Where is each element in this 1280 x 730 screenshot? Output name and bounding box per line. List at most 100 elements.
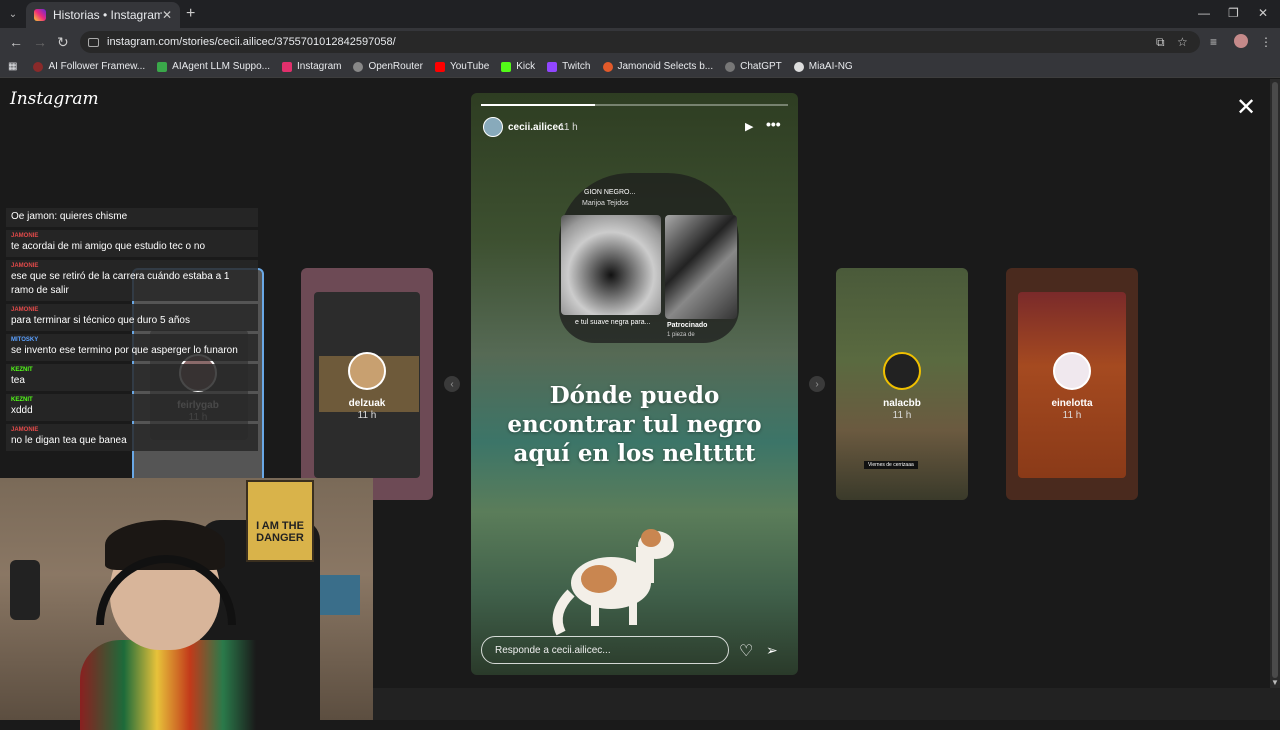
bookmark-item[interactable]: AIAgent LLM Suppo... (157, 61, 270, 72)
active-story[interactable]: cecii.ailicec 11 h ▶ ••• GION NEGRO... M… (471, 93, 798, 675)
bookmark-item[interactable]: ChatGPT (725, 61, 782, 72)
instagram-icon (282, 61, 292, 72)
more-options-icon[interactable]: ••• (766, 116, 781, 132)
product-image[interactable] (561, 215, 661, 315)
story-time: 11 h (559, 122, 578, 133)
previous-story-chevron-icon[interactable]: ‹ (444, 376, 460, 392)
chat-username: KEZNIT (11, 397, 33, 403)
story-progress-fill (481, 104, 595, 106)
bookmark-item[interactable]: YouTube (434, 61, 490, 72)
story-time: 11 h (892, 410, 912, 421)
like-heart-icon[interactable]: ♡ (739, 641, 753, 661)
bookmark-label: ChatGPT (740, 61, 782, 72)
chat-text: no le digan tea que banea (11, 435, 127, 446)
chat-username: JAMONIE (11, 427, 39, 433)
avatar (883, 352, 921, 390)
new-tab-button[interactable]: + (186, 5, 195, 23)
minimize-icon[interactable]: — (1198, 6, 1210, 20)
play-icon[interactable]: ▶ (745, 120, 753, 133)
kick-icon (501, 61, 512, 72)
story-card-einelotta[interactable]: einelotta 11 h (1006, 268, 1138, 500)
site-info-icon[interactable] (88, 37, 99, 47)
poster-text: I AM THE DANGER (256, 520, 304, 544)
youtube-icon (434, 61, 445, 72)
browser-toolbar: ← → ↻ instagram.com/stories/cecii.ailice… (0, 28, 1280, 56)
product-image[interactable] (665, 215, 737, 319)
browser-tab-bar: ⌄ Historias • Instagram ✕ + — ❐ ✕ (0, 0, 1280, 28)
chat-message: JAMONIE ese que se retiró de la carrera … (6, 260, 258, 301)
story-username: nalacbb (883, 398, 921, 409)
bookmark-item[interactable]: Twitch (547, 61, 591, 72)
restore-icon[interactable]: ❐ (1228, 6, 1239, 20)
install-app-icon[interactable]: ⧉ (1156, 35, 1165, 50)
twitch-icon (547, 61, 558, 72)
chat-text: tea (11, 375, 25, 386)
bookmark-label: Jamonoid Selects b... (617, 61, 714, 72)
avatar (1053, 352, 1091, 390)
sticker-title: GION NEGRO... (584, 189, 636, 196)
tab-search-icon[interactable]: ⌄ (4, 5, 22, 23)
bookmark-icon (157, 61, 168, 72)
bookmark-item[interactable]: Jamonoid Selects b... (602, 61, 714, 72)
story-author-username[interactable]: cecii.ailicec (508, 122, 564, 133)
github-icon (793, 61, 804, 72)
stream-chat-overlay: Oe jamon: quieres chisme JAMONIE te acor… (6, 208, 258, 454)
story-card-delzuak[interactable]: delzuak 11 h (301, 268, 433, 500)
chat-text: te acordai de mi amigo que estudio tec o… (11, 241, 206, 252)
tab-close-icon[interactable]: ✕ (162, 8, 172, 22)
story-username: delzuak (348, 398, 386, 409)
streamer-shirt (80, 640, 300, 730)
bookmark-item[interactable]: MiaAI-NG (793, 61, 853, 72)
story-caption: Viernes de cerrizaaa (864, 461, 918, 469)
window-close-icon[interactable]: ✕ (1258, 6, 1268, 20)
bookmarks-bar: ▦ AI Follower Framew... AIAgent LLM Supp… (0, 56, 1280, 78)
bookmark-label: OpenRouter (368, 61, 423, 72)
menu-icon[interactable]: ⋮ (1260, 35, 1272, 49)
chat-username: JAMONIE (11, 233, 39, 239)
bookmark-label: Instagram (297, 61, 342, 72)
forward-icon[interactable]: → (33, 34, 47, 50)
bookmark-label: AI Follower Framew... (48, 61, 146, 72)
close-stories-icon[interactable]: ✕ (1236, 93, 1256, 122)
send-icon[interactable]: ➢ (766, 642, 778, 659)
microphone-image (10, 560, 40, 620)
chat-username: JAMONIE (11, 263, 39, 269)
profile-avatar[interactable] (1234, 34, 1248, 48)
address-bar[interactable]: instagram.com/stories/cecii.ailicec/3755… (80, 31, 1200, 53)
bookmark-item[interactable]: AI Follower Framew... (33, 61, 145, 72)
chat-message: KEZNIT tea (6, 364, 258, 391)
sticker-caption: e tul suave negra para... (575, 319, 651, 326)
chat-message: Oe jamon: quieres chisme (6, 208, 258, 227)
chat-text: ese que se retiró de la carrera cuándo e… (11, 271, 230, 296)
bookmark-label: MiaAI-NG (808, 61, 853, 72)
sticker-caption: 1 pieza de (667, 332, 695, 338)
sponsored-label: Patrocinado (667, 322, 708, 329)
bookmark-star-icon[interactable]: ☆ (1177, 35, 1188, 49)
chat-message: KEZNIT xddd (6, 394, 258, 421)
bookmark-item[interactable]: Kick (501, 61, 535, 72)
avatar (348, 352, 386, 390)
bookmark-item[interactable]: Instagram (282, 61, 341, 72)
next-story-chevron-icon[interactable]: › (809, 376, 825, 392)
story-author-avatar[interactable] (483, 117, 503, 137)
instagram-logo[interactable]: Instagram (10, 89, 99, 109)
apps-grid-icon[interactable]: ▦ (8, 61, 17, 72)
bookmark-label: YouTube (449, 61, 490, 72)
bookmark-label: AIAgent LLM Suppo... (172, 61, 270, 72)
scroll-down-arrow-icon[interactable]: ▼ (1270, 678, 1280, 688)
media-control-icon[interactable]: ≡ (1210, 35, 1217, 49)
back-icon[interactable]: ← (9, 34, 23, 50)
sticker-subtitle: Marijoa Tejidos (582, 200, 629, 207)
reload-icon[interactable]: ↻ (57, 34, 69, 51)
instagram-favicon-icon (34, 9, 46, 21)
chat-text: Oe jamon: quieres chisme (11, 211, 128, 222)
scrollbar-thumb[interactable] (1272, 82, 1278, 678)
tab-title: Historias • Instagram (53, 8, 162, 22)
tab-instagram-stories[interactable]: Historias • Instagram ✕ (26, 2, 180, 28)
story-card-nalacbb[interactable]: nalacbb 11 h Viernes de cerrizaaa (836, 268, 968, 500)
bookmark-icon (33, 61, 44, 72)
bookmark-item[interactable]: OpenRouter (353, 61, 423, 72)
chatgpt-icon (725, 61, 736, 72)
reply-input[interactable]: Responde a cecii.ailicec... (481, 636, 729, 664)
story-time: 11 h (357, 410, 377, 421)
